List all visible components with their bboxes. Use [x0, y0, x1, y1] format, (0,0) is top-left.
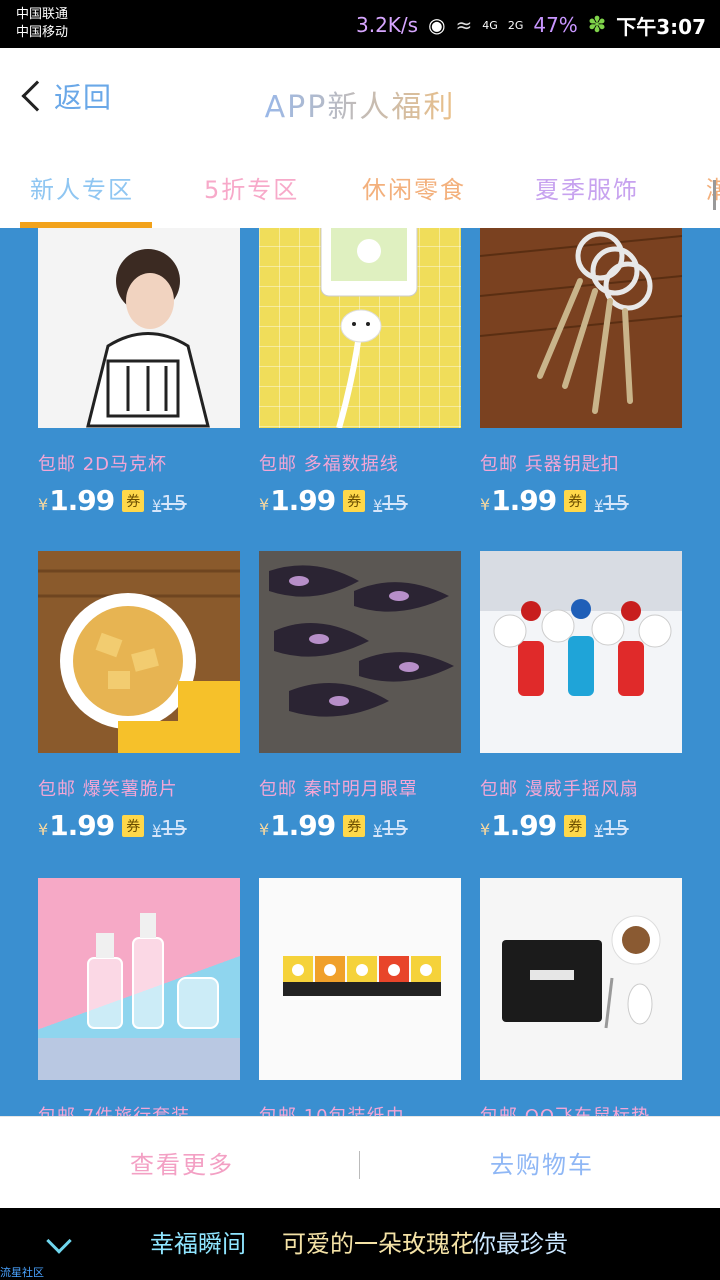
- tab-snacks[interactable]: 休闲零食: [362, 170, 466, 205]
- mug-illustration: [86, 249, 210, 428]
- product-name: 包邮 兵器钥匙扣: [480, 454, 620, 475]
- price-row: ¥1.99 券 ¥15: [480, 809, 682, 842]
- product-image-mousepad[interactable]: [480, 878, 682, 1080]
- product-name: 包邮 QQ飞车鼠标垫: [480, 1102, 682, 1116]
- status-icons: 3.2K/s ◉ ≈ 4G 2G 47% ✽ 下午3:07: [356, 8, 706, 42]
- price-row: ¥1.99 券 ¥15: [38, 809, 240, 842]
- product-card[interactable]: 包邮 7件旅行套装: [38, 878, 240, 1116]
- product-name: 包邮 秦时明月眼罩: [259, 779, 418, 800]
- carrier-1: 中国联通: [16, 7, 69, 22]
- product-card[interactable]: 包邮 爆笑薯脆片 ¥1.99 券 ¥15: [38, 551, 240, 842]
- original-price: ¥15: [594, 491, 629, 515]
- product-image-mug[interactable]: [38, 228, 240, 428]
- product-image-fan[interactable]: [480, 551, 682, 753]
- original-price: ¥15: [373, 816, 408, 840]
- coupon-badge[interactable]: 券: [122, 815, 145, 837]
- product-image-travel-set[interactable]: [38, 878, 240, 1080]
- category-tabs: 新人专区 5折专区 休闲零食 夏季服饰 潮: [0, 152, 720, 228]
- product-price: ¥1.99: [38, 809, 115, 842]
- product-card[interactable]: 包邮 多福数据线 ¥1.99 券 ¥15: [259, 228, 461, 517]
- battery-level: 47%: [533, 13, 578, 37]
- product-card[interactable]: 包邮 兵器钥匙扣 ¥1.99 券 ¥15: [480, 228, 682, 517]
- price-row: ¥1.99 券 ¥15: [259, 484, 461, 517]
- decoration-text-1: 幸福瞬间: [150, 1230, 246, 1258]
- original-price: ¥15: [373, 491, 408, 515]
- cable-illustration: [320, 228, 418, 428]
- product-price: ¥1.99: [259, 809, 336, 842]
- product-image-eye-mask[interactable]: [259, 551, 461, 753]
- coupon-badge[interactable]: 券: [564, 815, 587, 837]
- coupon-badge[interactable]: 券: [343, 490, 366, 512]
- product-image-cable[interactable]: [259, 228, 461, 428]
- product-card[interactable]: 包邮 10包装纸巾: [259, 878, 461, 1116]
- tissue-illustration: [283, 956, 441, 996]
- original-price: ¥15: [152, 816, 187, 840]
- product-image-keychain[interactable]: [480, 228, 682, 428]
- fan-illustration: [480, 551, 682, 696]
- product-name: 包邮 7件旅行套装: [38, 1102, 240, 1116]
- product-price: ¥1.99: [259, 484, 336, 517]
- product-name: 包邮 漫威手摇风扇: [480, 779, 639, 800]
- coupon-badge[interactable]: 券: [122, 490, 145, 512]
- product-card[interactable]: 包邮 QQ飞车鼠标垫: [480, 878, 682, 1116]
- product-name: 包邮 多福数据线: [259, 454, 399, 475]
- crisps-illustration: [38, 551, 240, 753]
- product-image-crisps[interactable]: [38, 551, 240, 753]
- keychain-illustration: [480, 228, 682, 428]
- product-name: 包邮 2D马克杯: [38, 454, 168, 475]
- tab-summer-clothing[interactable]: 夏季服饰: [535, 170, 639, 205]
- coupon-badge[interactable]: 券: [343, 815, 366, 837]
- product-name: 包邮 10包装纸巾: [259, 1102, 461, 1116]
- tab-newcomer[interactable]: 新人专区: [30, 170, 134, 205]
- view-more-button[interactable]: 查看更多: [130, 1145, 234, 1180]
- go-to-cart-button[interactable]: 去购物车: [490, 1145, 594, 1180]
- carrier-2: 中国移动: [16, 25, 69, 40]
- system-nav-bar: 幸福瞬间 可爱的一朵玫瑰花 你最珍贵 流星社区: [0, 1208, 720, 1280]
- price-row: ¥1.99 券 ¥15: [480, 484, 682, 517]
- product-name: 包邮 爆笑薯脆片: [38, 779, 178, 800]
- wings-icon: ≈: [455, 13, 473, 37]
- original-price: ¥15: [152, 491, 187, 515]
- tabs-scrollbar: [713, 180, 716, 210]
- eye-mask-illustration: [269, 565, 454, 717]
- original-price: ¥15: [594, 816, 629, 840]
- product-grid: 包邮 2D马克杯 ¥1.99 券 ¥15 包邮 多福数据线 ¥1.99 券 ¥1…: [0, 228, 720, 1116]
- app-header: 返回 APP新人福利: [0, 48, 720, 152]
- bottom-action-bar: 查看更多 去购物车: [0, 1116, 720, 1208]
- divider: [359, 1151, 360, 1179]
- product-card[interactable]: 包邮 2D马克杯 ¥1.99 券 ¥15: [38, 228, 240, 517]
- product-price: ¥1.99: [480, 809, 557, 842]
- status-bar: 中国联通 中国移动 3.2K/s ◉ ≈ 4G 2G 47% ✽ 下午3:07: [0, 0, 720, 48]
- product-image-tissue[interactable]: [259, 878, 461, 1080]
- network-speed: 3.2K/s: [355, 13, 419, 37]
- decoration-text-2: 可爱的一朵玫瑰花: [282, 1230, 474, 1258]
- coupon-badge[interactable]: 券: [564, 490, 587, 512]
- product-card[interactable]: 包邮 漫威手摇风扇 ¥1.99 券 ¥15: [480, 551, 682, 842]
- network-type-2: 2G: [507, 18, 524, 32]
- watermark-label: 流星社区: [0, 1266, 44, 1279]
- chevron-down-icon[interactable]: [46, 1228, 72, 1254]
- price-row: ¥1.99 券 ¥15: [38, 484, 240, 517]
- page-title: APP新人福利: [0, 82, 720, 126]
- mousepad-illustration: [502, 915, 661, 1029]
- decoration-text-3: 你最珍贵: [472, 1230, 568, 1258]
- travel-set-illustration: [38, 913, 240, 1080]
- price-row: ¥1.99 券 ¥15: [259, 809, 461, 842]
- eye-icon: ◉: [428, 13, 446, 37]
- product-price: ¥1.99: [480, 484, 557, 517]
- clock: 下午3:07: [616, 14, 706, 39]
- tab-half-price[interactable]: 5折专区: [204, 170, 299, 205]
- carrier-info: 中国联通 中国移动: [16, 6, 68, 42]
- leaf-icon: ✽: [587, 12, 607, 38]
- network-type-1: 4G: [482, 18, 498, 32]
- product-card[interactable]: 包邮 秦时明月眼罩 ¥1.99 券 ¥15: [259, 551, 461, 842]
- product-price: ¥1.99: [38, 484, 115, 517]
